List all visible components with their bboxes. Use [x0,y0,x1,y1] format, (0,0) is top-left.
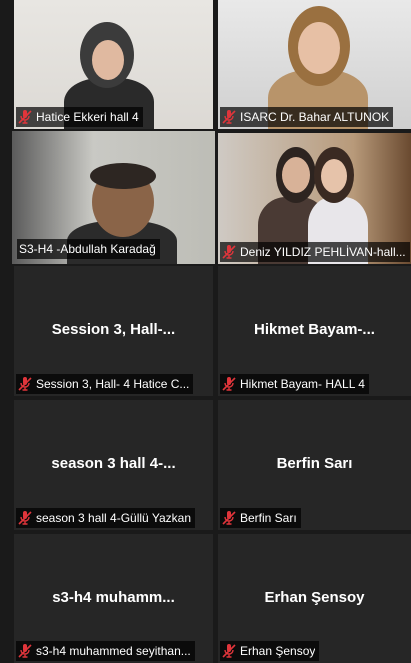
participant-display-name: Hikmet Bayam-... [254,320,375,338]
participant-name-label: ISARC Dr. Bahar ALTUNOK [220,107,394,127]
participant-display-name: Session 3, Hall-... [51,320,176,338]
participant-tile-hatice-ekkeri[interactable]: Hatice Ekkeri hall 4 [14,0,213,129]
participant-tile-erhan-sensoy[interactable]: Erhan Şensoy Erhan Şensoy [218,534,411,663]
participant-display-name: Berfin Sarı [276,454,353,472]
participant-name-label: Hatice Ekkeri hall 4 [16,107,143,127]
participant-name-label: Erhan Şensoy [220,641,320,661]
participant-display-name: season 3 hall 4-... [51,454,176,472]
participant-tile-hikmet-bayam[interactable]: Hikmet Bayam-... Hikmet Bayam- HALL 4 [218,266,411,396]
microphone-muted-icon [222,511,236,525]
microphone-muted-icon [222,644,236,658]
participant-name-label: Deniz YILDIZ PEHLİVAN-hall... [220,242,410,262]
microphone-muted-icon [18,511,32,525]
participant-tile-bahar-altunok[interactable]: ISARC Dr. Bahar ALTUNOK [218,0,411,129]
microphone-muted-icon [222,245,236,259]
microphone-muted-icon [18,110,32,124]
participant-tile-gullu-yazkan[interactable]: season 3 hall 4-... season 3 hall 4-Güll… [14,400,213,530]
participant-tile-deniz-yildiz-pehlivan[interactable]: Deniz YILDIZ PEHLİVAN-hall... [218,133,411,264]
participant-name-label: s3-h4 muhammed seyithan... [16,641,195,661]
participant-tile-berfin-sari[interactable]: Berfin Sarı Berfin Sarı [218,400,411,530]
participant-tile-abdullah-karadag[interactable]: S3-H4 -Abdullah Karadağ [12,131,215,264]
participant-name-label: Session 3, Hall- 4 Hatice C... [16,374,194,394]
participant-display-name: s3-h4 muhamm... [52,588,175,606]
participant-display-name: Erhan Şensoy [264,588,365,606]
participant-tile-muhammed-seyithan[interactable]: s3-h4 muhamm... s3-h4 muhammed seyithan.… [14,534,213,663]
microphone-muted-icon [222,377,236,391]
microphone-muted-icon [222,110,236,124]
participant-name-label: Berfin Sarı [220,508,301,528]
participant-name-label: Hikmet Bayam- HALL 4 [220,374,369,394]
participant-name-label: S3-H4 -Abdullah Karadağ [17,239,160,259]
microphone-muted-icon [18,644,32,658]
participant-name-label: season 3 hall 4-Güllü Yazkan [16,508,195,528]
microphone-muted-icon [18,377,32,391]
participant-tile-session3-hall4[interactable]: Session 3, Hall-... Session 3, Hall- 4 H… [14,266,213,396]
